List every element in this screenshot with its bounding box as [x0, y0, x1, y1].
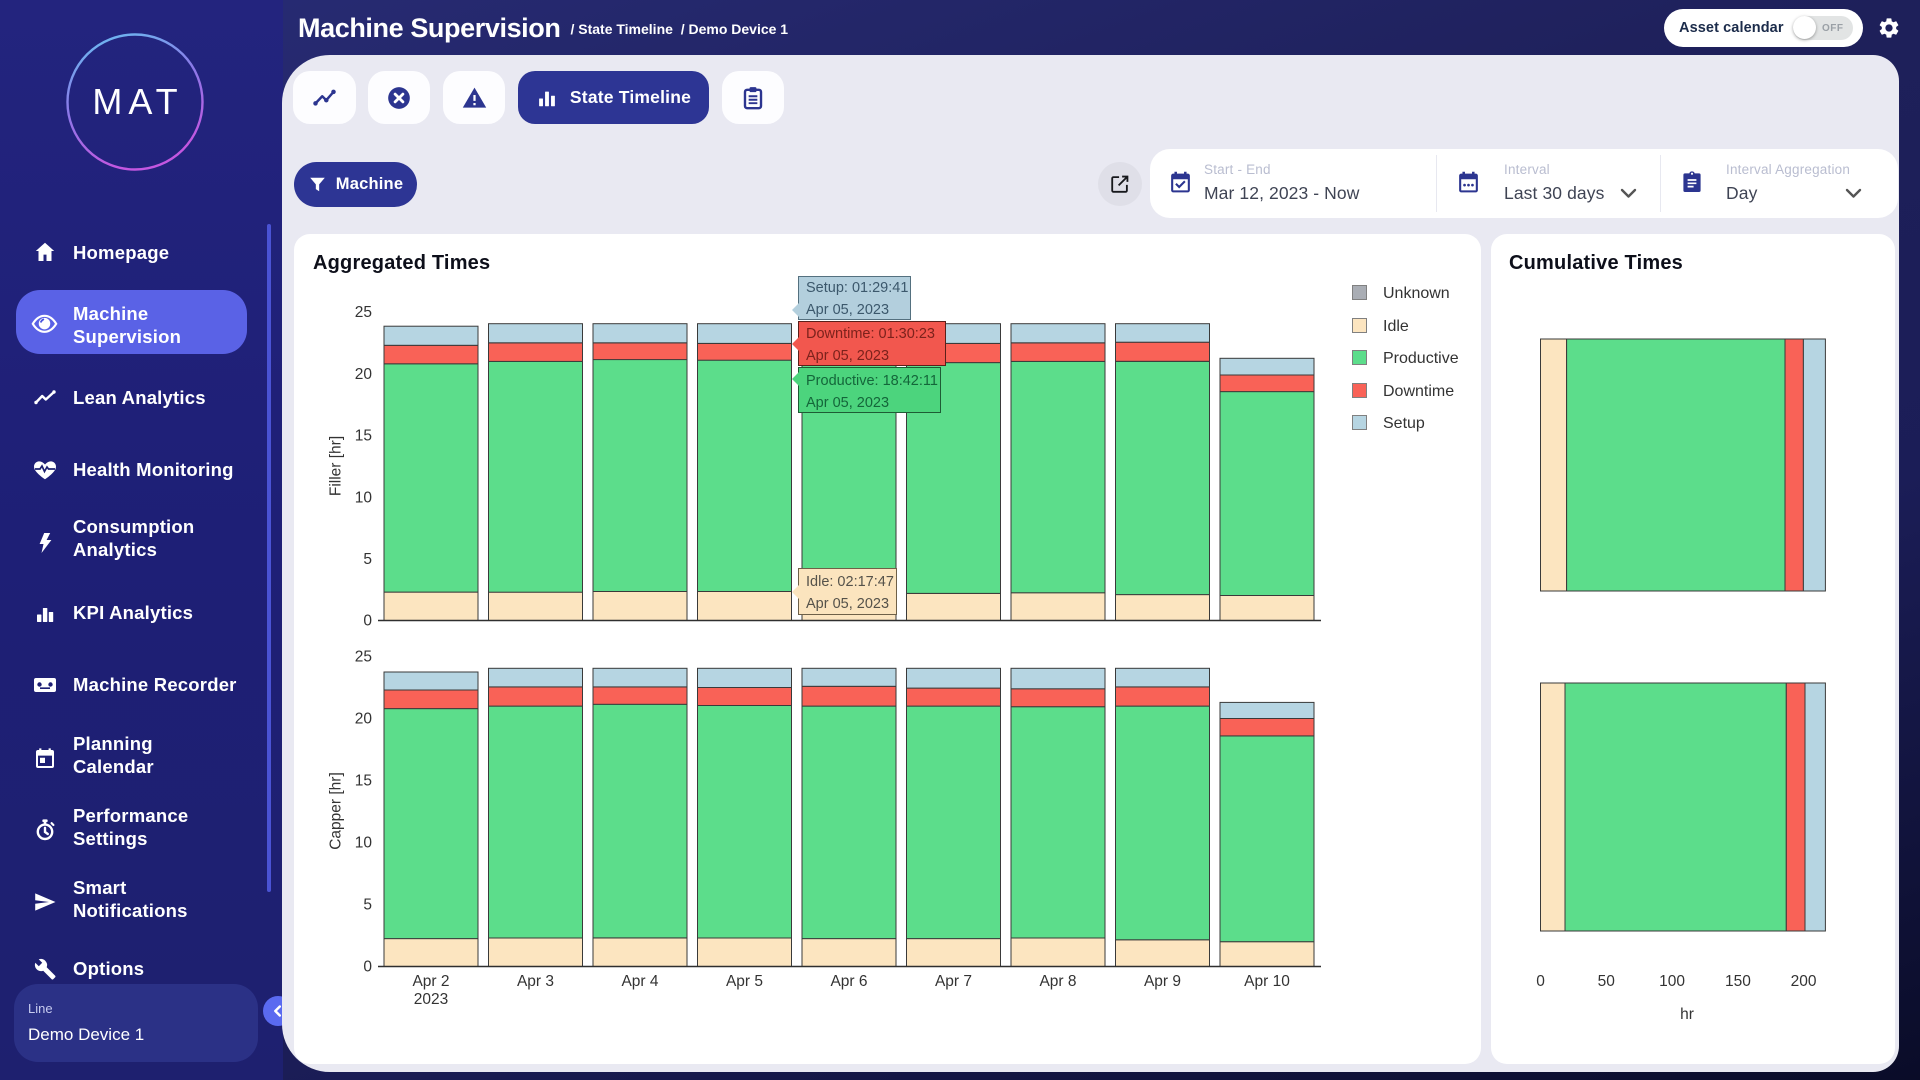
svg-text:0: 0 [1536, 973, 1545, 990]
svg-text:Apr 4: Apr 4 [621, 973, 658, 990]
svg-text:10: 10 [355, 489, 373, 506]
svg-text:Apr 7: Apr 7 [935, 973, 972, 990]
svg-text:10: 10 [355, 835, 373, 852]
svg-text:25: 25 [355, 304, 372, 321]
svg-text:15: 15 [355, 428, 372, 445]
svg-text:20: 20 [355, 711, 373, 728]
svg-text:2023: 2023 [414, 991, 448, 1008]
svg-text:hr: hr [1680, 1006, 1694, 1023]
svg-text:200: 200 [1791, 973, 1817, 990]
svg-text:50: 50 [1598, 973, 1616, 990]
svg-text:Apr 9: Apr 9 [1144, 973, 1181, 990]
svg-text:Apr 10: Apr 10 [1244, 973, 1290, 990]
svg-text:5: 5 [363, 897, 372, 914]
svg-text:Capper [hr]: Capper [hr] [328, 772, 345, 850]
svg-text:20: 20 [355, 366, 373, 383]
svg-text:0: 0 [363, 959, 372, 976]
svg-text:100: 100 [1659, 973, 1685, 990]
svg-text:Apr 2: Apr 2 [412, 973, 449, 990]
svg-text:Apr 3: Apr 3 [517, 973, 554, 990]
svg-text:Filler [hr]: Filler [hr] [328, 436, 345, 496]
svg-text:5: 5 [363, 551, 372, 568]
svg-text:150: 150 [1725, 973, 1751, 990]
svg-text:Apr 8: Apr 8 [1039, 973, 1076, 990]
svg-text:25: 25 [355, 649, 372, 666]
svg-text:15: 15 [355, 773, 372, 790]
svg-text:0: 0 [363, 613, 372, 630]
svg-text:Apr 5: Apr 5 [726, 973, 763, 990]
svg-text:Apr 6: Apr 6 [830, 973, 867, 990]
